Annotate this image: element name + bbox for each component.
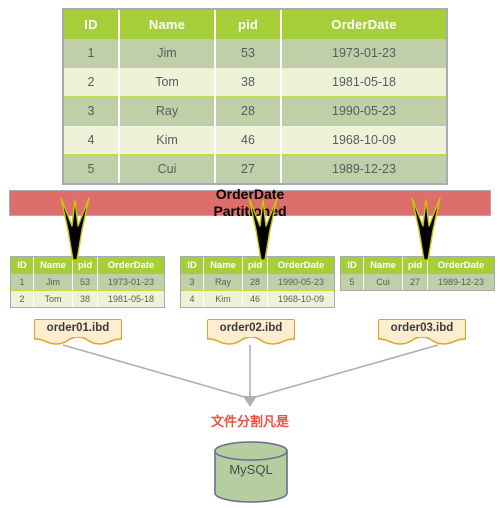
partition-2-grid: ID Name pid OrderDate 3 Ray 28 1990-05-2… (181, 257, 334, 307)
table-row: 4 Kim 46 1968-10-09 (64, 125, 446, 155)
file-label-order03[interactable]: order03.ibd (378, 319, 466, 345)
p1-col-header-orderdate: OrderDate (97, 257, 164, 274)
cell-orderdate: 1990-05-23 (267, 274, 334, 291)
file-label-order01-wave-icon (34, 336, 122, 345)
cell-pid: 27 (215, 154, 282, 183)
cell-id: 2 (11, 290, 34, 307)
main-table-grid: ID Name pid OrderDate 1 Jim 53 1973-01-2… (64, 10, 446, 183)
cell-id: 3 (181, 274, 204, 291)
file-label-order01-box: order01.ibd (34, 319, 122, 337)
cell-pid: 28 (215, 96, 282, 126)
cell-name: Tom (119, 67, 216, 97)
cell-name: Kim (203, 290, 243, 307)
cell-orderdate: 1968-10-09 (281, 125, 446, 155)
main-table-header-row: ID Name pid OrderDate (64, 10, 446, 39)
file-label-order02-wave-icon (207, 336, 295, 345)
cell-id: 1 (64, 39, 120, 68)
cell-pid: 38 (215, 67, 282, 97)
file-label-order01[interactable]: order01.ibd (34, 319, 122, 345)
cell-pid: 53 (215, 39, 282, 68)
cell-id: 3 (64, 96, 120, 126)
partition-table-2: ID Name pid OrderDate 3 Ray 28 1990-05-2… (180, 256, 335, 308)
p3-col-header-id: ID (341, 257, 364, 274)
table-row: 5 Cui 27 1989-12-23 (64, 154, 446, 183)
p1-col-header-id: ID (11, 257, 34, 274)
cell-orderdate: 1981-05-18 (97, 290, 164, 307)
p2-col-header-name: Name (203, 257, 243, 274)
file-label-order02[interactable]: order02.ibd (207, 319, 295, 345)
main-col-header-name: Name (119, 10, 216, 39)
table-row: 2 Tom 38 1981-05-18 (64, 67, 446, 97)
cell-name: Cui (119, 154, 216, 183)
table-row: 3 Ray 28 1990-05-23 (181, 274, 334, 291)
cell-orderdate: 1989-12-23 (281, 154, 446, 183)
cell-orderdate: 1973-01-23 (281, 39, 446, 68)
table-row: 4 Kim 46 1968-10-09 (181, 290, 334, 307)
split-caption: 文件分割凡是 (210, 415, 289, 430)
connector-line-3 (251, 344, 439, 399)
cell-orderdate: 1990-05-23 (281, 96, 446, 126)
cell-id: 5 (64, 154, 120, 183)
table-row: 3 Ray 28 1990-05-23 (64, 96, 446, 126)
cell-id: 2 (64, 67, 120, 97)
partition-arrow-3 (406, 196, 446, 262)
cell-name: Jim (119, 39, 216, 68)
cell-pid: 53 (72, 274, 98, 291)
connector-arrowhead-icon (243, 396, 257, 407)
table-row: 2 Tom 38 1981-05-18 (11, 290, 164, 307)
cell-name: Cui (363, 274, 403, 290)
cell-name: Kim (119, 125, 216, 155)
partition-arrow-2 (243, 196, 283, 262)
cylinder-top-ellipse (214, 441, 288, 461)
cell-name: Ray (203, 274, 243, 291)
partition-table-1: ID Name pid OrderDate 1 Jim 53 1973-01-2… (10, 256, 165, 308)
main-col-header-id: ID (64, 10, 120, 39)
cell-orderdate: 1968-10-09 (267, 290, 334, 307)
connector-line-1 (62, 344, 249, 399)
cell-orderdate: 1981-05-18 (281, 67, 446, 97)
cell-orderdate: 1973-01-23 (97, 274, 164, 291)
p2-col-header-id: ID (181, 257, 204, 274)
table-row: 1 Jim 53 1973-01-23 (64, 39, 446, 68)
cell-name: Ray (119, 96, 216, 126)
table-row: 1 Jim 53 1973-01-23 (11, 274, 164, 291)
main-col-header-orderdate: OrderDate (281, 10, 446, 39)
file-label-order03-text: order03.ibd (390, 322, 454, 334)
main-orders-table: ID Name pid OrderDate 1 Jim 53 1973-01-2… (62, 8, 448, 185)
cell-name: Tom (33, 290, 73, 307)
cell-pid: 28 (242, 274, 268, 291)
cell-id: 4 (64, 125, 120, 155)
file-label-order01-text: order01.ibd (46, 322, 110, 334)
file-label-order02-box: order02.ibd (207, 319, 295, 337)
file-label-order02-text: order02.ibd (219, 322, 283, 334)
cell-pid: 46 (242, 290, 268, 307)
cell-name: Jim (33, 274, 73, 291)
cell-pid: 27 (402, 274, 428, 290)
cell-pid: 46 (215, 125, 282, 155)
partition-1-grid: ID Name pid OrderDate 1 Jim 53 1973-01-2… (11, 257, 164, 307)
cell-pid: 38 (72, 290, 98, 307)
p3-col-header-name: Name (363, 257, 403, 274)
cell-orderdate: 1989-12-23 (427, 274, 494, 290)
table-row: 5 Cui 27 1989-12-23 (341, 274, 494, 290)
file-label-order03-wave-icon (378, 336, 466, 345)
main-col-header-pid: pid (215, 10, 282, 39)
cell-id: 1 (11, 274, 34, 291)
file-label-order03-box: order03.ibd (378, 319, 466, 337)
cell-id: 4 (181, 290, 204, 307)
cell-id: 5 (341, 274, 364, 290)
partition-arrow-1 (55, 196, 95, 262)
mysql-database-cylinder (214, 441, 288, 503)
